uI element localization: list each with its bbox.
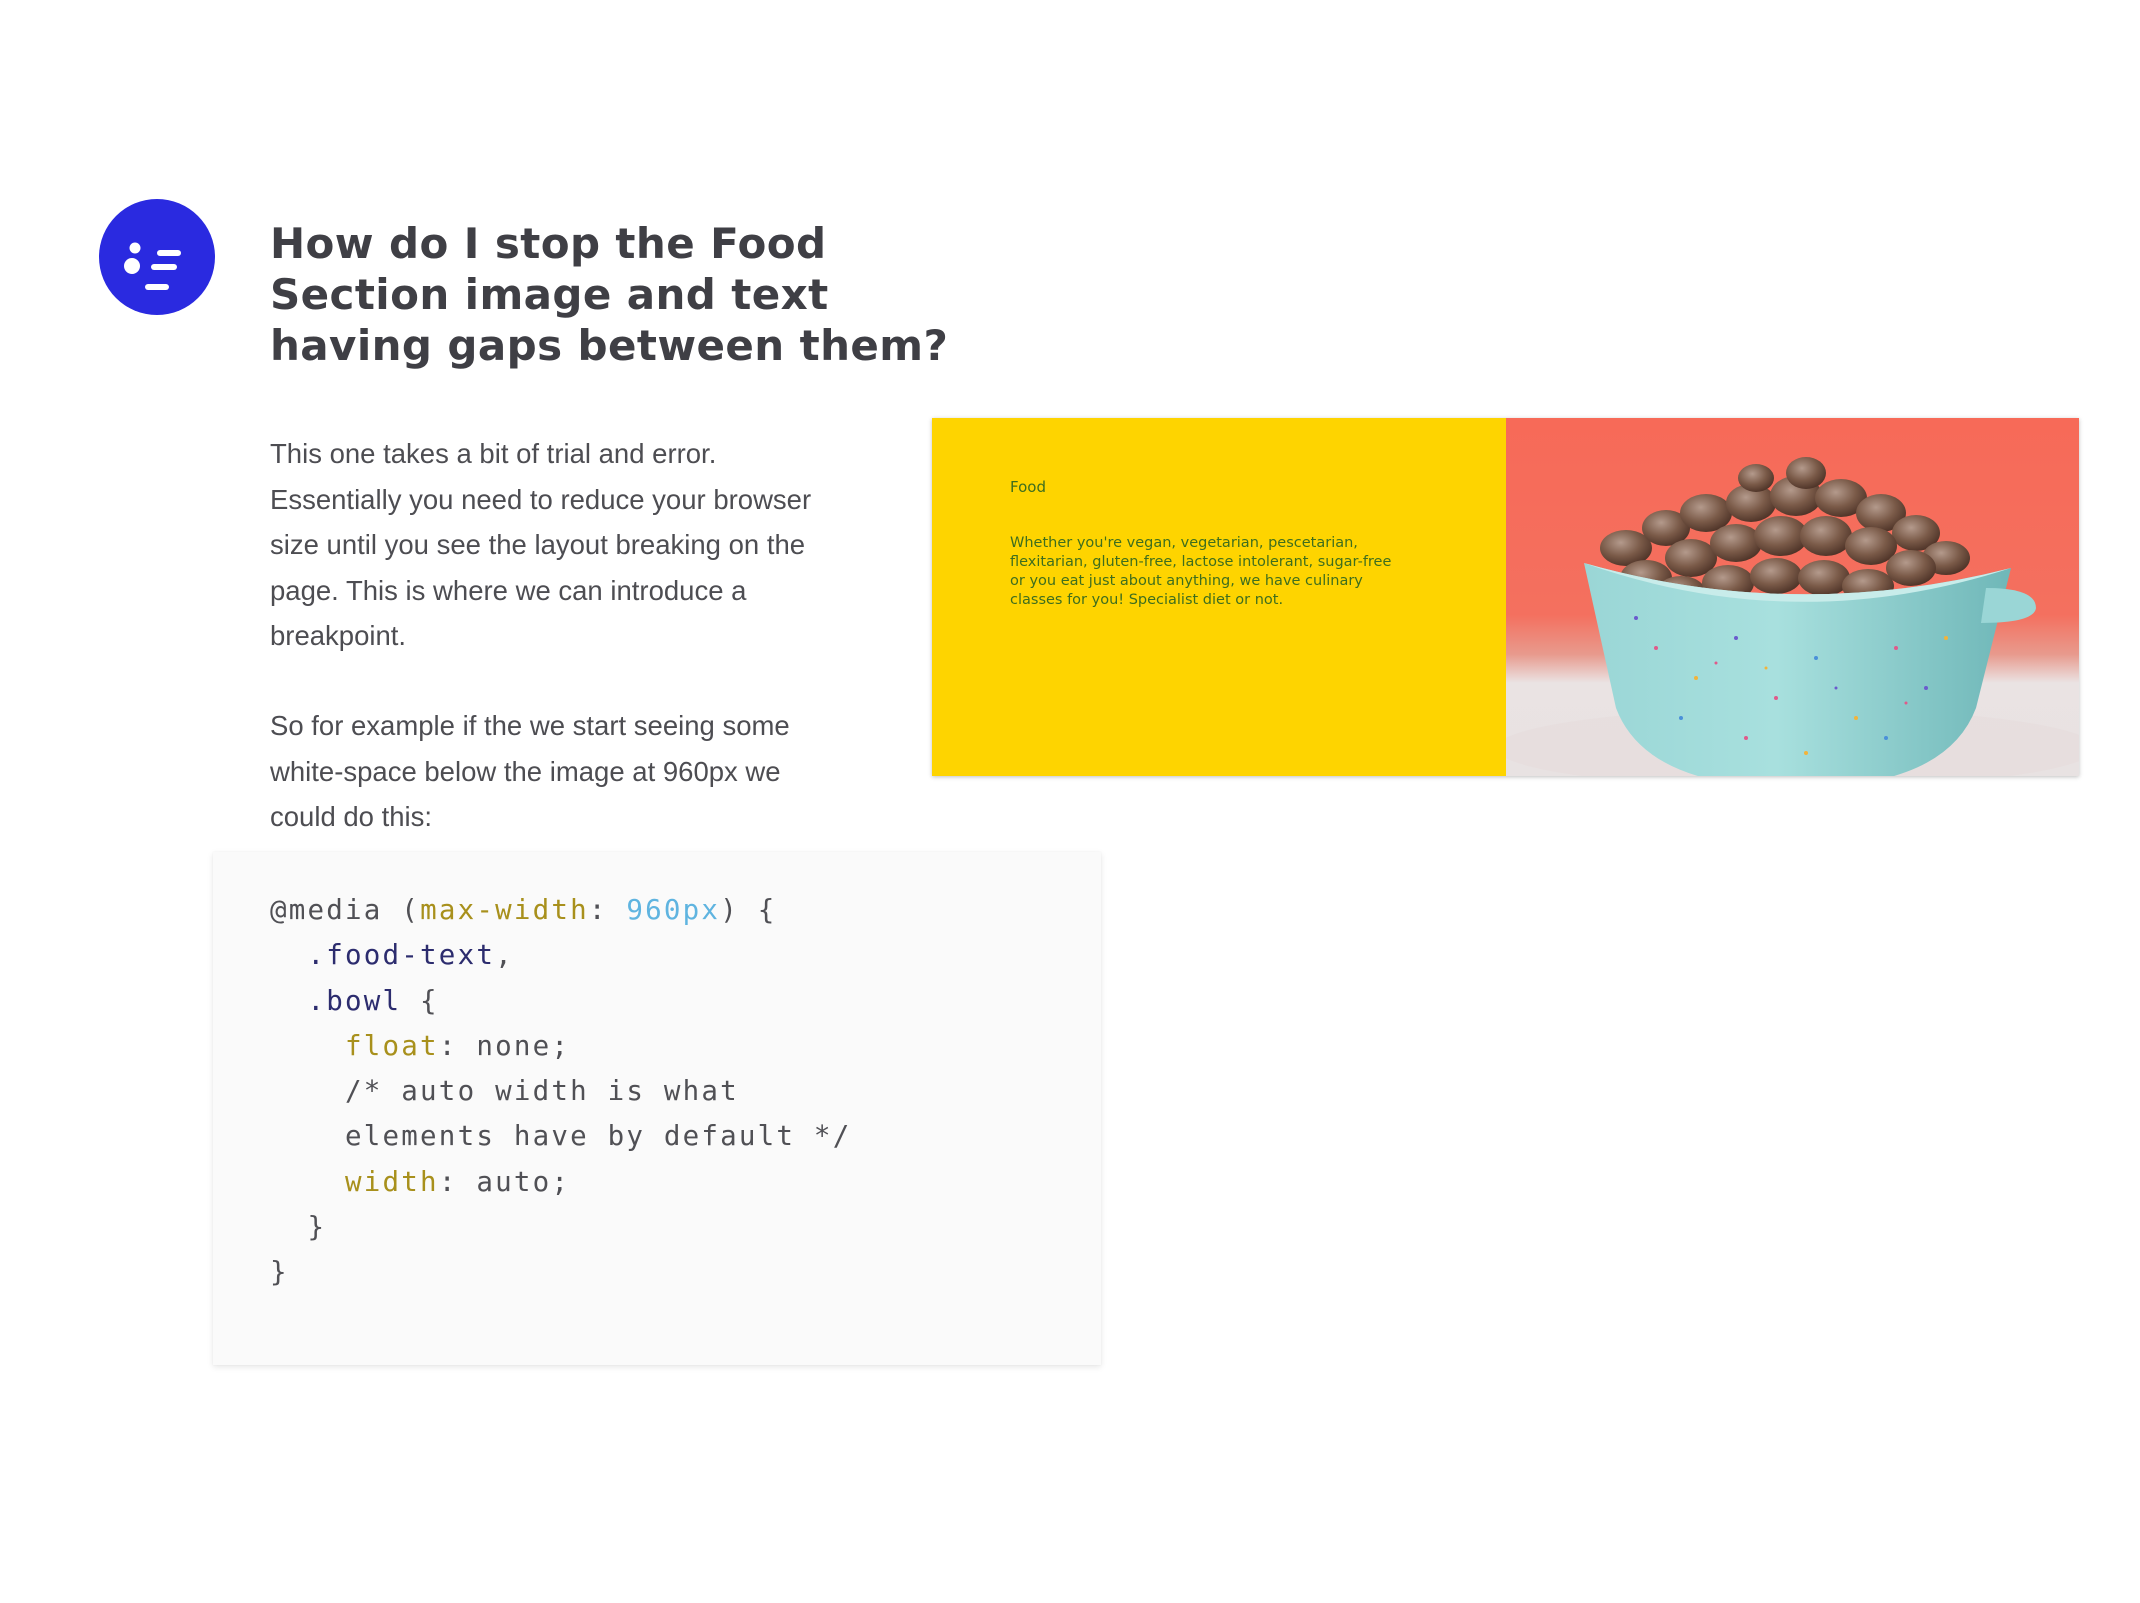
food-section-preview: Food Whether you're vegan, vegetarian, p… xyxy=(932,418,2079,776)
food-text-panel: Food Whether you're vegan, vegetarian, p… xyxy=(932,418,1506,776)
page-title: How do I stop the Food Section image and… xyxy=(270,219,949,370)
code-snippet: @media (max-width: 960px) { .food-text, … xyxy=(270,888,851,1296)
code-property: max-width xyxy=(420,894,589,926)
smirk-face-icon xyxy=(124,242,181,290)
body-paragraph-2: So for example if the we start seeing so… xyxy=(270,710,790,832)
code-at-rule: @media xyxy=(270,894,383,926)
bowl-of-nuts-image xyxy=(1506,418,2079,776)
food-label: Food xyxy=(1010,478,1046,496)
code-punct: , xyxy=(495,939,514,972)
code-line-1: @media (max-width: 960px) { xyxy=(270,888,851,933)
bowl-illustration xyxy=(1506,457,2079,776)
code-value: : none; xyxy=(438,1029,571,1062)
body-paragraph-1: This one takes a bit of trial and error.… xyxy=(270,438,812,651)
code-line-6: elements have by default */ xyxy=(270,1120,852,1153)
food-description: Whether you're vegan, vegetarian, pescet… xyxy=(1010,535,1392,608)
code-selector: .food-text xyxy=(270,939,496,972)
code-punct: : xyxy=(588,894,627,926)
code-line-7: width: auto; xyxy=(270,1160,851,1205)
code-line-9: } xyxy=(270,1256,289,1289)
code-number: 960px xyxy=(626,894,721,926)
code-block: @media (max-width: 960px) { .food-text, … xyxy=(213,852,1101,1365)
code-line-5: /* auto width is what xyxy=(270,1075,739,1108)
code-selector: .bowl xyxy=(270,984,402,1017)
code-line-4: float: none; xyxy=(270,1024,851,1069)
code-property: width xyxy=(345,1165,439,1198)
code-line-2: .food-text, xyxy=(270,933,851,978)
code-property: float xyxy=(345,1029,439,1062)
code-punct: { xyxy=(401,984,439,1017)
code-line-8: } xyxy=(270,1211,327,1244)
code-punct: ) { xyxy=(720,894,777,926)
code-line-3: .bowl { xyxy=(270,979,851,1024)
code-punct: ( xyxy=(382,894,421,926)
code-value: : auto; xyxy=(438,1165,571,1198)
avatar xyxy=(99,199,215,315)
